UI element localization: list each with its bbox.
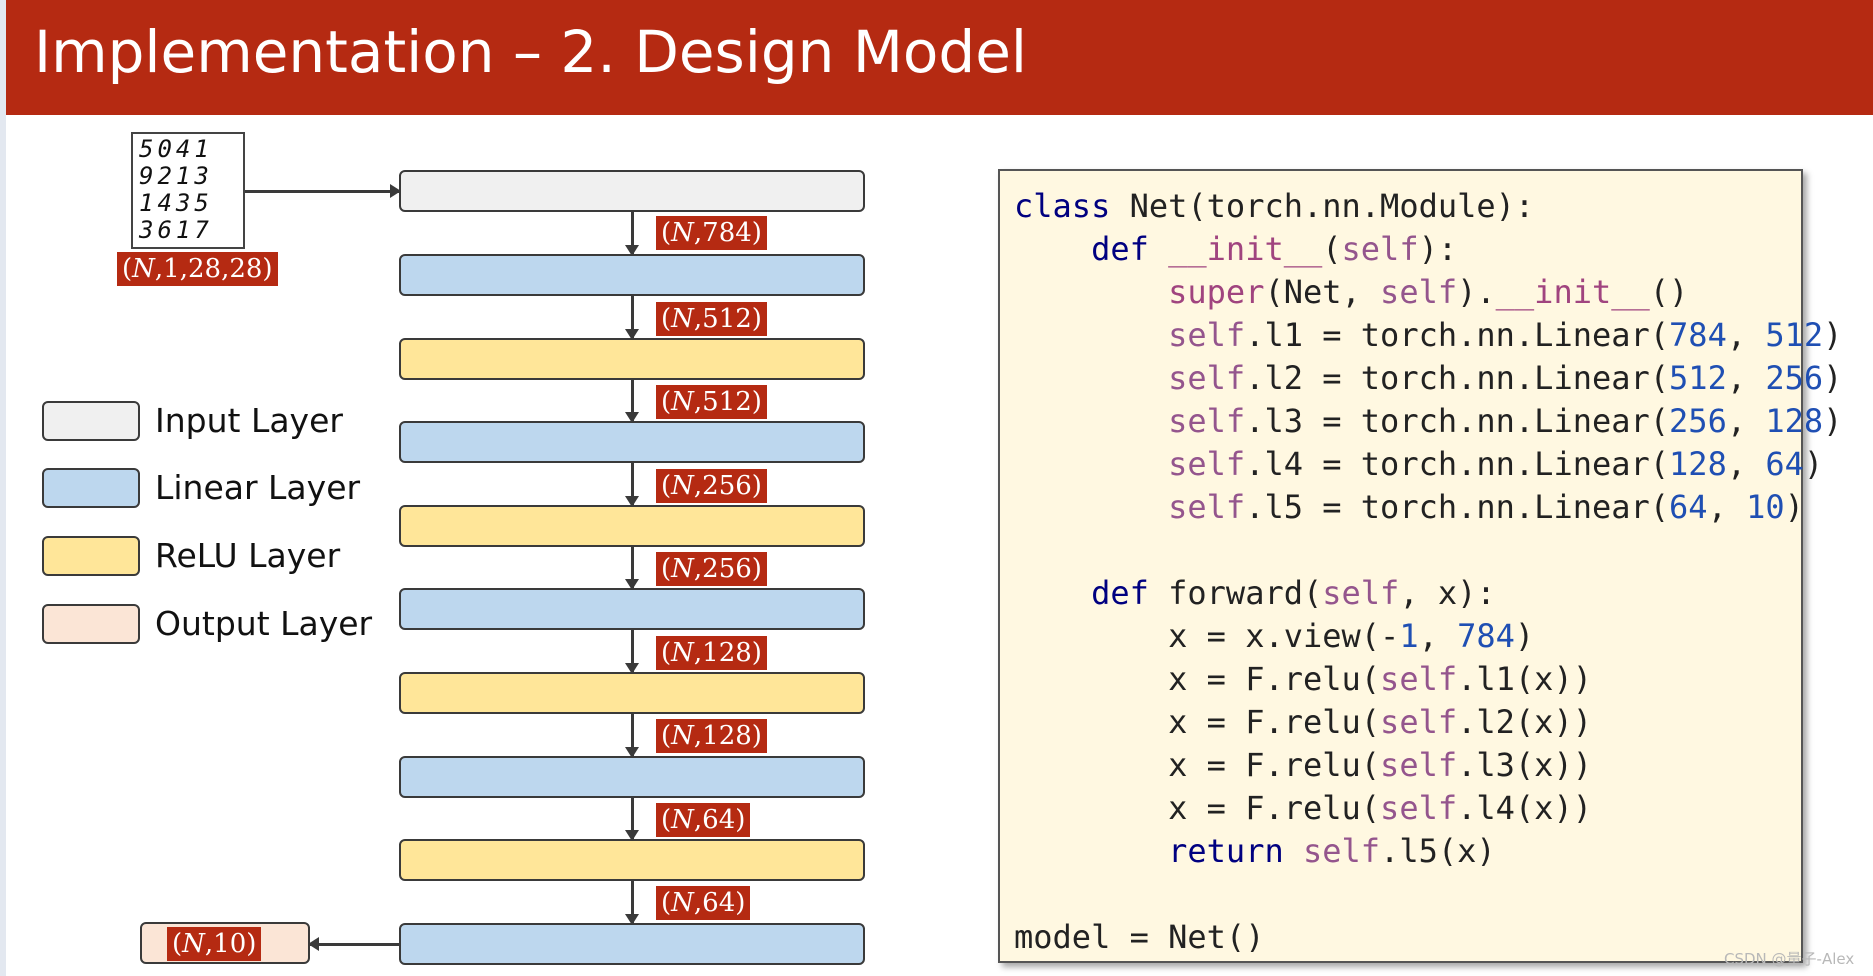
shape-value: 784) <box>702 218 762 248</box>
digit-row: 5041 <box>139 135 213 163</box>
left-edge-strip <box>0 0 6 976</box>
linear-layer-block-2 <box>399 421 865 463</box>
input-layer-block <box>399 170 865 212</box>
flow-arrow <box>625 296 639 340</box>
code-line: x = F.relu(self.l2(x)) <box>1014 703 1592 741</box>
flow-arrow <box>625 798 639 841</box>
shape-value: 512) <box>702 304 762 334</box>
flow-arrow <box>625 463 639 507</box>
code-line: def __init__(self): <box>1091 230 1458 268</box>
output-connector-arrow <box>308 937 399 951</box>
output-shape-value: 10) <box>213 929 257 959</box>
watermark: CSDN @量子-Alex <box>1724 950 1855 968</box>
linear-layer-block-3 <box>399 588 865 630</box>
shape-value: 128) <box>702 721 762 751</box>
batch-symbol: N <box>671 554 694 584</box>
relu-layer-block-1 <box>399 338 865 380</box>
shape-tag: (N,256) <box>656 552 767 586</box>
flow-arrow <box>625 212 639 256</box>
flow-arrow <box>625 380 639 423</box>
shape-value: 256) <box>702 554 762 584</box>
flow-arrow <box>625 630 639 674</box>
batch-symbol: N <box>671 888 694 918</box>
code-line: return self.l5(x) <box>1168 832 1496 870</box>
code-line: def forward(self, x): <box>1091 574 1496 612</box>
relu-layer-block-4 <box>399 839 865 881</box>
shape-tag: (N,64) <box>656 803 751 837</box>
code-line: class Net(torch.nn.Module): <box>1014 187 1535 225</box>
code-line: x = x.view(-1, 784) <box>1014 617 1535 655</box>
legend-swatch-output <box>42 604 140 644</box>
batch-symbol: N <box>671 805 694 835</box>
shape-value: 256) <box>702 471 762 501</box>
batch-symbol: N <box>671 387 694 417</box>
flow-arrow <box>625 714 639 758</box>
digit-row: 3617 <box>139 216 213 244</box>
legend-label-linear: Linear Layer <box>155 468 361 507</box>
code-line: model = Net() <box>1014 918 1265 956</box>
digit-row: 9213 <box>139 162 213 190</box>
shape-tag: (N,64) <box>656 886 751 920</box>
shape-tag: (N,128) <box>656 719 767 753</box>
legend-label-relu: ReLU Layer <box>155 536 341 575</box>
batch-symbol: N <box>671 218 694 248</box>
shape-value: 512) <box>702 387 762 417</box>
input-shape-tag: (N,1,28,28) <box>117 252 278 286</box>
legend-swatch-relu <box>42 536 140 576</box>
linear-layer-block-1 <box>399 254 865 296</box>
batch-symbol: N <box>671 638 694 668</box>
linear-layer-block-4 <box>399 756 865 798</box>
input-shape-value: 1,28,28) <box>163 254 273 284</box>
mnist-sample-image: 5041 9213 1435 3617 <box>131 132 245 249</box>
code-line: x = F.relu(self.l3(x)) <box>1014 746 1592 784</box>
digit-row: 1435 <box>139 189 213 217</box>
batch-symbol: N <box>182 929 205 959</box>
linear-layer-block-5 <box>399 923 865 965</box>
relu-layer-block-2 <box>399 505 865 547</box>
shape-tag: (N,128) <box>656 636 767 670</box>
code-line: super(Net, self).__init__() <box>1168 273 1689 311</box>
title-bar: Implementation – 2. Design Model <box>6 0 1873 115</box>
output-shape-tag: (N,10) <box>167 927 262 961</box>
code-line: self.l1 = torch.nn.Linear(784, 512) <box>1168 316 1843 354</box>
legend-label-output: Output Layer <box>155 604 373 643</box>
input-connector-arrow <box>245 184 401 198</box>
code-line: self.l3 = torch.nn.Linear(256, 128) <box>1168 402 1843 440</box>
shape-value: 128) <box>702 638 762 668</box>
shape-value: 64) <box>702 888 746 918</box>
relu-layer-block-3 <box>399 672 865 714</box>
batch-symbol: N <box>132 254 155 284</box>
legend-swatch-linear <box>42 468 140 508</box>
legend-label-input: Input Layer <box>155 401 343 440</box>
slide-title: Implementation – 2. Design Model <box>34 18 1028 86</box>
code-line: self.l4 = torch.nn.Linear(128, 64) <box>1168 445 1824 483</box>
shape-value: 64) <box>702 805 746 835</box>
batch-symbol: N <box>671 304 694 334</box>
shape-tag: (N,512) <box>656 302 767 336</box>
legend-swatch-input <box>42 401 140 441</box>
shape-tag: (N,256) <box>656 469 767 503</box>
batch-symbol: N <box>671 721 694 751</box>
flow-arrow <box>625 881 639 925</box>
code-line: self.l2 = torch.nn.Linear(512, 256) <box>1168 359 1843 397</box>
code-line: x = F.relu(self.l1(x)) <box>1014 660 1592 698</box>
flow-arrow <box>625 547 639 590</box>
code-line: self.l5 = torch.nn.Linear(64, 10) <box>1168 488 1804 526</box>
code-block: class Net(torch.nn.Module): def __init__… <box>1014 185 1842 959</box>
code-line: x = F.relu(self.l4(x)) <box>1014 789 1592 827</box>
code-panel: class Net(torch.nn.Module): def __init__… <box>998 169 1842 963</box>
batch-symbol: N <box>671 471 694 501</box>
shape-tag: (N,512) <box>656 385 767 419</box>
shape-tag: (N,784) <box>656 216 767 250</box>
